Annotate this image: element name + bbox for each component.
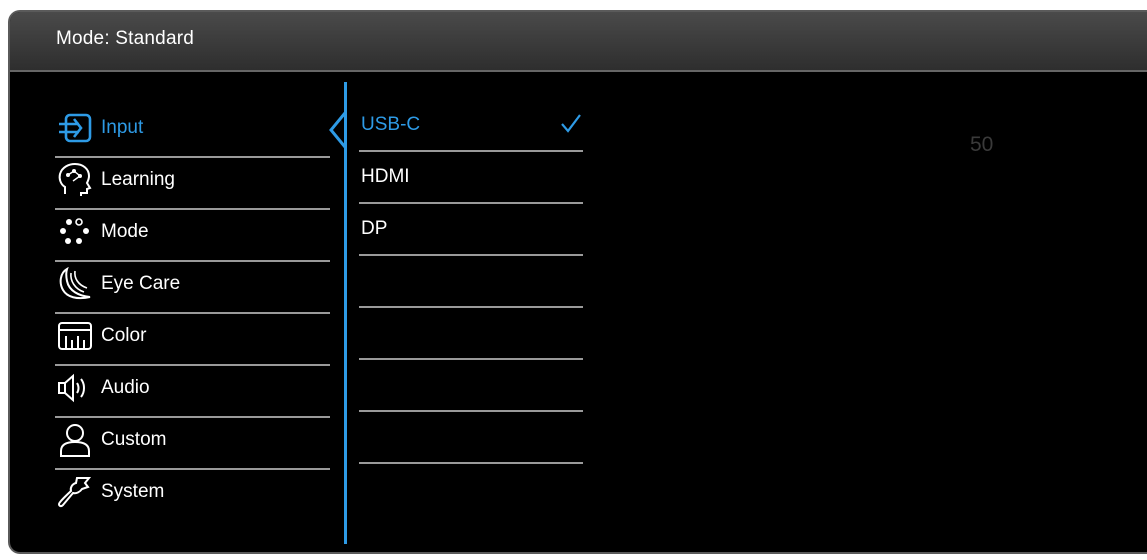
submenu-item-usb-c[interactable]: USB-C	[359, 100, 583, 152]
submenu-item-empty	[359, 308, 583, 360]
menu-item-label: Audio	[101, 377, 150, 398]
menu-divider	[344, 82, 347, 544]
menu-item-label: Eye Care	[101, 273, 181, 294]
check-icon	[561, 114, 581, 133]
submenu-item-label: USB-C	[361, 114, 421, 135]
menu-item-label: System	[101, 481, 165, 502]
osd-header: Mode: Standard	[10, 12, 1147, 72]
menu-item-audio[interactable]: Audio	[55, 366, 330, 418]
menu-item-learning[interactable]: Learning	[55, 158, 330, 210]
menu-item-system[interactable]: System	[55, 470, 330, 522]
submenu-item-dp[interactable]: DP	[359, 204, 583, 256]
menu-item-label: Learning	[101, 169, 175, 190]
menu-item-mode[interactable]: Mode	[55, 210, 330, 262]
learning-icon	[55, 163, 95, 197]
custom-icon	[55, 423, 95, 457]
submenu-item-hdmi[interactable]: HDMI	[359, 152, 583, 204]
menu-item-label: Input	[101, 117, 144, 138]
menu-item-label: Custom	[101, 429, 167, 450]
submenu-item-label: HDMI	[361, 166, 410, 187]
color-icon	[55, 319, 95, 353]
mode-title: Mode: Standard	[56, 28, 194, 49]
submenu-item-empty	[359, 360, 583, 412]
menu-item-eye-care[interactable]: Eye Care	[55, 262, 330, 314]
menu-item-color[interactable]: Color	[55, 314, 330, 366]
eye-care-icon	[55, 267, 95, 301]
submenu-item-label: DP	[361, 218, 388, 239]
audio-icon	[55, 371, 95, 405]
submenu-item-empty	[359, 256, 583, 308]
mode-icon	[55, 215, 95, 249]
menu-item-input[interactable]: Input	[55, 106, 330, 158]
submenu-item-empty	[359, 412, 583, 464]
menu-item-label: Color	[101, 325, 147, 346]
input-icon	[55, 111, 95, 145]
value-readout: 50	[970, 133, 994, 156]
system-icon	[55, 475, 95, 509]
menu-item-custom[interactable]: Custom	[55, 418, 330, 470]
active-pointer-icon	[329, 112, 347, 148]
menu-item-label: Mode	[101, 221, 149, 242]
osd-window: Mode: Standard Input Learning Mode Eye C…	[8, 10, 1147, 554]
